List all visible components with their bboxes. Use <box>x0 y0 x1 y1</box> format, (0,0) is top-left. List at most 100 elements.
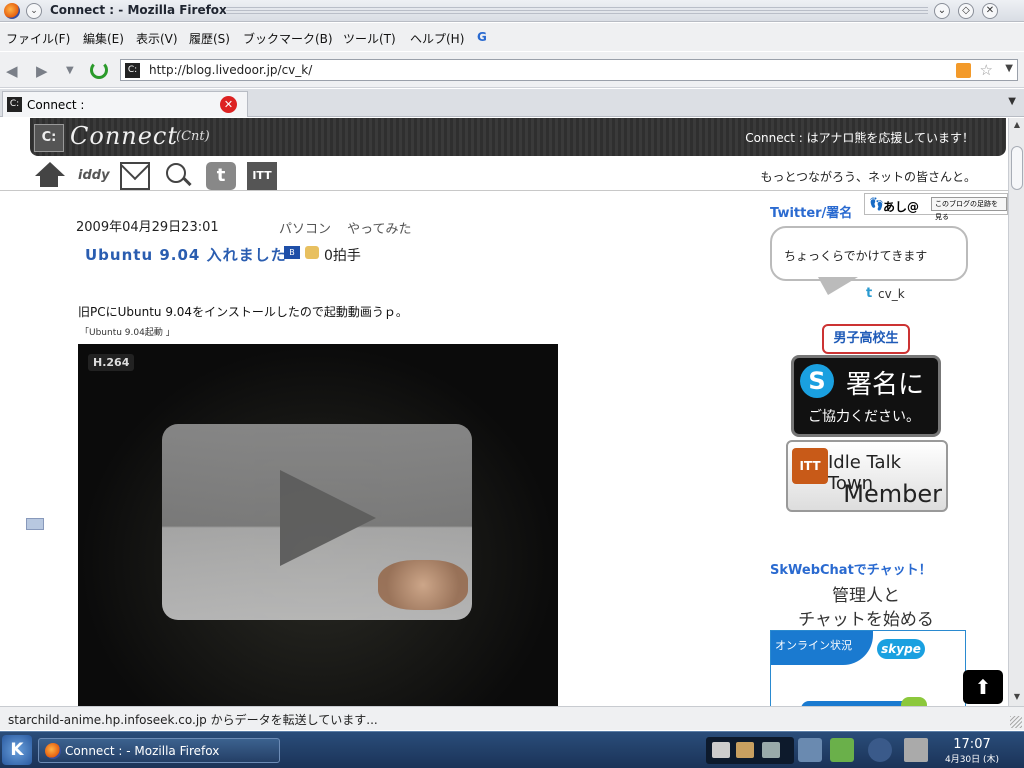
menu-edit[interactable]: 編集(E) <box>83 30 124 47</box>
menu-file[interactable]: ファイル(F) <box>6 30 70 47</box>
skype-logo-icon: skype <box>877 639 925 659</box>
header-divider <box>0 190 1008 191</box>
wireless-icon[interactable] <box>868 738 892 762</box>
skype-banner-sub-text: ご協力ください。 <box>808 409 920 425</box>
maximize-button[interactable]: ◇ <box>958 3 974 19</box>
tab-label: Connect : <box>27 98 85 112</box>
menubar: ファイル(F) 編集(E) 表示(V) 履歴(S) ブックマーク(B) ツール(… <box>0 23 1024 51</box>
chat-section-title: SkWebChatでチャット！ <box>770 563 932 578</box>
window-titlebar: ⌄ Connect : - Mozilla Firefox ⌄ ◇ ✕ <box>0 0 1024 22</box>
menu-bookmarks[interactable]: ブックマーク(B) <box>243 30 333 47</box>
network-monitor-icon[interactable] <box>798 738 822 762</box>
page-viewport: C: Connect (Cnt) Connect : はアナロ熊を応援しています… <box>0 118 1008 706</box>
iddy-icon[interactable]: iddy <box>78 162 110 190</box>
close-window-button[interactable]: ✕ <box>982 3 998 19</box>
ashi-widget: 👣 あし@ このブログの足跡を見る <box>864 193 1008 221</box>
menu-history[interactable]: 履歴(S) <box>189 30 230 47</box>
video-frame-decoration <box>378 560 468 610</box>
hatena-bookmark-icon[interactable]: B <box>284 246 300 259</box>
back-icon[interactable]: ◀ <box>6 62 18 80</box>
mail-icon[interactable] <box>120 162 150 190</box>
clock-date: 4月30日 (木) <box>944 755 1000 765</box>
history-dropdown-icon[interactable]: ▼ <box>66 65 74 76</box>
clock[interactable]: 17:07 4月30日 (木) <box>942 737 1002 765</box>
floating-widget-icon[interactable] <box>26 518 44 530</box>
taskbar-window-label: Connect : - Mozilla Firefox <box>65 744 220 758</box>
battery-icon[interactable] <box>830 738 854 762</box>
scroll-to-top-button[interactable]: ⬆ <box>963 670 1003 704</box>
forward-icon[interactable]: ▶ <box>36 62 48 80</box>
reload-icon[interactable] <box>90 61 108 79</box>
kde-taskbar: K Connect : - Mozilla Firefox 17:07 4月30… <box>0 731 1024 768</box>
tab-list-icon[interactable]: ▼ <box>1008 96 1016 107</box>
post-title[interactable]: Ubuntu 9.04 入れました <box>85 244 287 265</box>
itt-member-banner[interactable]: ITT Idle Talk Town Member <box>786 440 948 512</box>
url-bar[interactable]: C: http://blog.livedoor.jp/cv_k/ ☆ ▼ <box>120 59 1018 81</box>
video-caption[interactable]: 「Ubuntu 9.04起動 」 <box>80 325 175 338</box>
menu-view[interactable]: 表示(V) <box>136 30 178 47</box>
post-categories: パソコン やってみた <box>279 218 424 237</box>
category-link[interactable]: やってみた <box>347 222 411 237</box>
google-icon[interactable]: G <box>477 30 487 44</box>
kde-menu-icon[interactable]: K <box>2 735 32 765</box>
page-scrollbar[interactable]: ▲ ▼ <box>1008 118 1024 706</box>
window-menu-button[interactable]: ⌄ <box>26 3 42 19</box>
chat-start-link[interactable]: 管理人と チャットを始める <box>796 584 936 632</box>
firefox-icon[interactable] <box>4 3 20 19</box>
ashi-label[interactable]: あし@ <box>883 198 919 215</box>
post-body: 旧PCにUbuntu 9.04をインストールしたので起動動画うｐ。 <box>78 305 408 319</box>
video-format-badge: H.264 <box>88 354 135 371</box>
site-favicon-icon: C: <box>125 63 140 78</box>
taskbar-window-button[interactable]: Connect : - Mozilla Firefox <box>38 738 280 763</box>
danshi-banner[interactable]: 男子高校生 <box>822 324 910 354</box>
twitter-username[interactable]: cv_k <box>878 287 905 301</box>
wallet-icon[interactable] <box>736 742 754 758</box>
chat-text-line-1: 管理人と <box>832 586 900 606</box>
blog-logo-icon[interactable]: C: <box>34 124 64 152</box>
scroll-up-icon[interactable]: ▲ <box>1011 120 1023 132</box>
scroll-thumb[interactable] <box>1011 146 1023 190</box>
video-player[interactable]: H.264 <box>78 344 558 706</box>
ashi-link-button[interactable]: このブログの足跡を見る <box>931 197 1007 221</box>
twitter-section-title: Twitter/署名 <box>770 206 853 221</box>
bookmark-star-icon[interactable]: ☆ <box>980 61 993 79</box>
url-dropdown-icon[interactable]: ▼ <box>1005 63 1013 74</box>
tab-connect[interactable]: C: Connect : ✕ <box>2 91 248 117</box>
menu-help[interactable]: ヘルプ(H) <box>410 30 464 47</box>
firefox-task-icon <box>45 743 61 759</box>
keyboard-icon[interactable] <box>712 742 730 758</box>
scroll-down-icon[interactable]: ▼ <box>1011 692 1023 704</box>
resize-grip-icon[interactable] <box>1010 716 1022 728</box>
tweet-text: ちょっくらでかけてきます <box>784 249 928 263</box>
status-bar: starchild-anime.hp.infoseek.co.jp からデータを… <box>0 706 1024 730</box>
skype-icon: S <box>800 364 834 398</box>
minimize-button[interactable]: ⌄ <box>934 3 950 19</box>
online-status-label: オンライン状況 <box>771 631 873 665</box>
home-icon[interactable] <box>34 162 65 190</box>
search-icon[interactable] <box>164 162 194 190</box>
twitter-icon[interactable]: t <box>206 162 236 190</box>
rss-icon[interactable] <box>956 63 971 78</box>
clap-count[interactable]: 0拍手 <box>324 245 361 265</box>
volume-icon[interactable] <box>762 742 780 758</box>
post-date: 2009年04月29日23:01 <box>76 220 219 235</box>
trash-icon[interactable] <box>904 738 928 762</box>
chat-text-line-2: チャットを始める <box>798 610 934 630</box>
category-link[interactable]: パソコン <box>279 222 331 237</box>
skype-signature-banner[interactable]: S 署名に ご協力ください。 <box>791 355 941 437</box>
skype-banner-big-text: 署名に <box>846 370 925 400</box>
play-icon <box>280 470 376 566</box>
tab-close-icon[interactable]: ✕ <box>220 96 237 113</box>
itt-icon[interactable]: ITT <box>247 162 277 190</box>
clap-icon[interactable] <box>305 246 319 259</box>
blog-slogan: もっとつながろう、ネットの皆さんと。 <box>760 170 976 184</box>
header-tagline: Connect : はアナロ熊を応援しています！ <box>745 131 974 145</box>
window-title: Connect : - Mozilla Firefox <box>50 3 227 17</box>
url-text[interactable]: http://blog.livedoor.jp/cv_k/ <box>149 63 312 77</box>
blog-header: C: Connect (Cnt) Connect : はアナロ熊を応援しています… <box>30 118 1006 156</box>
footprint-icon: 👣 <box>869 197 884 211</box>
skype-online-status[interactable]: オンライン状況 skype <box>770 630 966 706</box>
blog-logo-text[interactable]: Connect <box>70 122 178 150</box>
menu-tools[interactable]: ツール(T) <box>343 30 396 47</box>
twitter-bubble: ちょっくらでかけてきます <box>770 226 968 281</box>
